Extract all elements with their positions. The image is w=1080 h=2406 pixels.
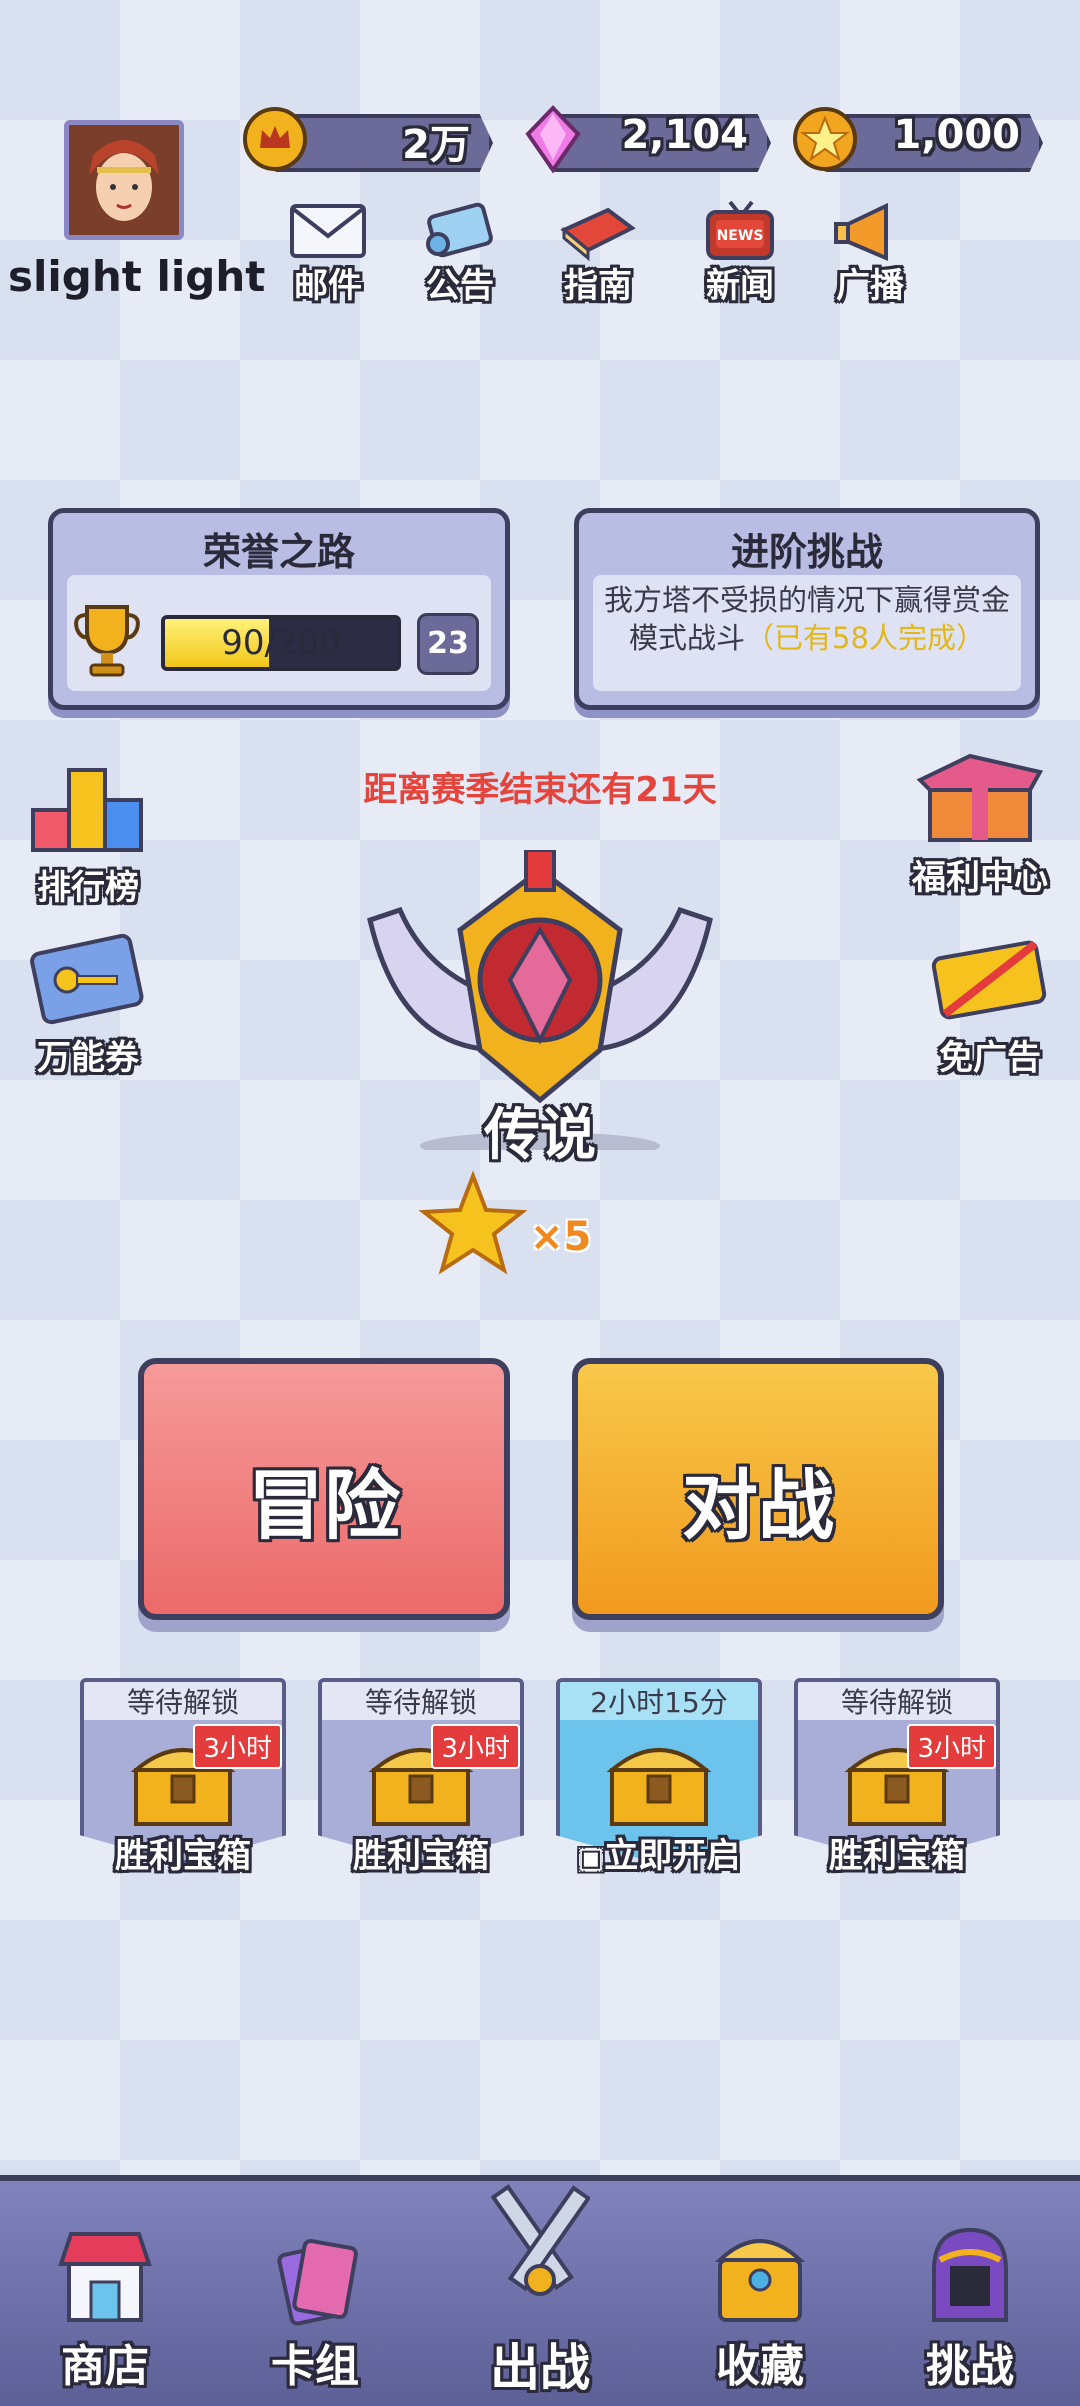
crown-coin-icon [243,107,307,171]
player-name: slight light [8,252,266,301]
broadcast-label: 广播 [836,266,904,306]
chest-timer: 2小时15分 [556,1678,762,1724]
nav-challenge-label: 挑战 [926,2341,1014,2392]
background [0,0,1080,2400]
no-ads-button[interactable]: 免广告 [920,930,1060,1080]
battle-label: 对战 [682,1461,834,1550]
leaderboard-label: 排行榜 [37,868,139,908]
adventure-label: 冒险 [248,1461,400,1550]
advanced-challenge-panel[interactable]: 进阶挑战 我方塔不受损的情况下赢得赏金模式战斗（已有58人完成） [574,508,1040,710]
honor-progress-bar: 90/200 [161,615,401,671]
news-button[interactable]: NEWS 新闻 [690,200,790,310]
announcement-label: 公告 [426,266,494,306]
player-avatar[interactable] [64,120,184,240]
nav-battle-label: 出战 [490,2339,590,2397]
honor-road-title: 荣誉之路 [202,530,355,574]
shop-icon [58,2232,152,2322]
svg-text:NEWS: NEWS [717,228,764,244]
chest-name: 胜利宝箱 [829,1836,965,1876]
megaphone-icon [834,202,888,262]
rank-star-count: ×5 [530,1214,592,1260]
welfare-center-button[interactable]: 福利中心 [910,750,1050,900]
rank-name: 传说 [484,1103,596,1168]
chest-slot-4[interactable]: 等待解锁 3小时 胜利宝箱 [794,1678,1000,1878]
pink-gem-icon [525,105,581,174]
gems-value: 2,104 [621,112,748,158]
honor-level-badge: 23 [417,613,479,675]
announcement-button[interactable]: 公告 [410,200,510,310]
chest-name: 胜利宝箱 [353,1836,489,1876]
advanced-challenge-desc: 我方塔不受损的情况下赢得赏金模式战斗（已有58人完成） [597,581,1017,657]
universal-ticket-label: 万能券 [37,1038,139,1078]
crossed-swords-icon [490,2184,590,2296]
open-now-button[interactable]: ▣立即开启 [556,1828,762,1877]
leaderboard-button[interactable]: 排行榜 [18,760,158,910]
chest-name: 胜利宝箱 [115,1836,251,1876]
chest-slot-2[interactable]: 等待解锁 3小时 胜利宝箱 [318,1678,524,1878]
currency-gems[interactable]: 2,104 [518,105,771,174]
chest-status: 等待解锁 [80,1678,286,1724]
advanced-challenge-completed-count: （已有58人完成） [745,621,985,655]
guide-button[interactable]: 指南 [548,200,648,310]
no-ads-icon [931,940,1047,1020]
medals-value: 1,000 [893,112,1020,158]
collection-chest-icon [714,2239,806,2322]
nav-shop-label: 商店 [61,2341,149,2392]
mail-button[interactable]: 邮件 [278,200,378,310]
news-tv-icon: NEWS [706,200,774,260]
trophy-icon [74,605,140,677]
rank-stars: ×5 [418,1170,591,1284]
card-deck-icon [277,2238,358,2326]
chest-time-tag: 3小时 [431,1724,520,1769]
adventure-button[interactable]: 冒险 [138,1358,510,1620]
nav-collection[interactable]: 收藏 [680,2220,840,2392]
chest-status: 等待解锁 [794,1678,1000,1724]
ticket-icon [30,933,144,1025]
news-label: 新闻 [706,266,774,306]
nav-battle[interactable]: 出战 [460,2180,620,2397]
coins-value: 2万 [402,122,470,168]
currency-medals[interactable]: 1,000 [790,107,1043,172]
no-ads-label: 免广告 [939,1038,1041,1078]
nav-shop[interactable]: 商店 [25,2220,185,2392]
video-icon: ▣ [577,1841,605,1874]
currency-coins[interactable]: 2万 [240,107,493,172]
nav-deck[interactable]: 卡组 [235,2220,395,2392]
mail-label: 邮件 [294,266,362,306]
gift-box-icon [916,753,1044,842]
scroll-icon [426,202,493,258]
open-now-label: 立即开启 [604,1836,741,1876]
universal-ticket-button[interactable]: 万能券 [18,930,158,1080]
chest-status: 等待解锁 [318,1678,524,1724]
star-icon [418,1170,528,1275]
chest-time-tag: 3小时 [907,1724,996,1769]
treasure-chest-icon [606,1748,712,1826]
welfare-center-label: 福利中心 [912,858,1048,898]
chest-slot-3[interactable]: 2小时15分 ▣立即开启 [556,1678,762,1878]
nav-collection-label: 收藏 [716,2341,804,2392]
nav-deck-label: 卡组 [271,2341,359,2392]
broadcast-button[interactable]: 广播 [820,200,920,310]
guide-label: 指南 [564,266,632,306]
honor-progress-text: 90/200 [221,623,341,663]
nav-challenge[interactable]: 挑战 [890,2220,1050,2392]
helmet-icon [932,2227,1008,2322]
chest-time-tag: 3小时 [193,1724,282,1769]
mail-icon [290,204,366,258]
chest-slot-1[interactable]: 等待解锁 3小时 胜利宝箱 [80,1678,286,1878]
advanced-challenge-title: 进阶挑战 [730,530,883,574]
honor-road-panel[interactable]: 荣誉之路 90/200 23 [48,508,510,710]
battle-button[interactable]: 对战 [572,1358,944,1620]
guide-book-icon [560,207,636,262]
avatar-portrait-icon [69,125,179,235]
leaderboard-icon [31,768,143,852]
star-medal-icon [793,107,857,171]
